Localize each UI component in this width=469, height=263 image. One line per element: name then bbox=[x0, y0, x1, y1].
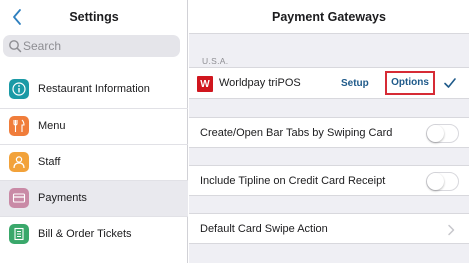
sidebar-title: Settings bbox=[69, 10, 119, 24]
settings-menu: Restaurant Information Menu Staff Paymen… bbox=[0, 72, 188, 252]
search-icon bbox=[9, 40, 22, 53]
sidebar-item-label: Bill & Order Tickets bbox=[38, 228, 132, 240]
settings-sidebar: Settings Search Restaurant Information M… bbox=[0, 0, 188, 263]
row-label: Default Card Swipe Action bbox=[200, 223, 328, 235]
sidebar-item-payments[interactable]: Payments bbox=[0, 180, 188, 216]
toggle-knob bbox=[427, 125, 444, 142]
ticket-icon bbox=[9, 224, 29, 244]
bar-tabs-swipe-row: Create/Open Bar Tabs by Swiping Card bbox=[189, 117, 469, 148]
search-placeholder: Search bbox=[23, 39, 62, 53]
sidebar-item-menu[interactable]: Menu bbox=[0, 108, 188, 144]
gateway-name: Worldpay triPOS bbox=[219, 77, 301, 89]
bar-tabs-swipe-toggle[interactable] bbox=[426, 124, 459, 143]
info-icon bbox=[9, 79, 29, 99]
default-card-swipe-action-row[interactable]: Default Card Swipe Action bbox=[189, 213, 469, 244]
row-label: Include Tipline on Credit Card Receipt bbox=[200, 175, 386, 187]
credit-card-icon bbox=[9, 188, 29, 208]
tipline-receipt-row: Include Tipline on Credit Card Receipt bbox=[189, 165, 469, 196]
worldpay-logo-icon: W bbox=[197, 76, 213, 92]
toggle-knob bbox=[427, 173, 444, 190]
sidebar-item-bill-order-tickets[interactable]: Bill & Order Tickets bbox=[0, 216, 188, 252]
sidebar-item-label: Restaurant Information bbox=[38, 83, 150, 95]
person-icon bbox=[9, 152, 29, 172]
sidebar-header: Settings bbox=[0, 0, 188, 34]
tipline-receipt-toggle[interactable] bbox=[426, 172, 459, 191]
checkmark-icon bbox=[444, 78, 456, 88]
sidebar-item-staff[interactable]: Staff bbox=[0, 144, 188, 180]
sidebar-item-label: Staff bbox=[38, 156, 61, 168]
gateway-row[interactable]: W Worldpay triPOS Setup Options bbox=[189, 67, 469, 99]
utensils-icon bbox=[9, 116, 29, 136]
row-label: Create/Open Bar Tabs by Swiping Card bbox=[200, 127, 393, 139]
detail-pane: Payment Gateways U.S.A. W Worldpay triPO… bbox=[189, 0, 469, 263]
setup-button[interactable]: Setup bbox=[341, 78, 369, 89]
sidebar-item-label: Payments bbox=[38, 192, 87, 204]
options-button[interactable]: Options bbox=[385, 71, 435, 95]
sidebar-item-label: Menu bbox=[38, 120, 66, 132]
search-field[interactable]: Search bbox=[3, 35, 180, 57]
section-label: U.S.A. bbox=[202, 56, 229, 66]
detail-header: Payment Gateways bbox=[189, 0, 469, 34]
chevron-right-icon bbox=[448, 224, 455, 236]
page-title: Payment Gateways bbox=[272, 10, 386, 24]
sidebar-item-restaurant-information[interactable]: Restaurant Information bbox=[0, 72, 188, 108]
